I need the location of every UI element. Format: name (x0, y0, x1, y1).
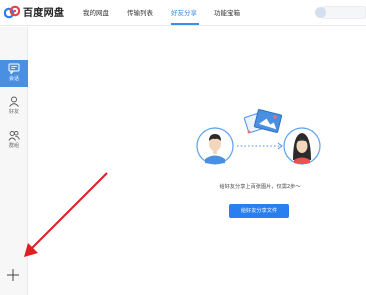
photos-icon (243, 109, 283, 134)
chat-icon (8, 63, 20, 74)
nav-toolbox[interactable]: 功能宝箱 (214, 7, 240, 17)
nav-transfer-list[interactable]: 传输列表 (127, 7, 153, 17)
sidebar-item-chat[interactable]: 会话 (0, 60, 28, 87)
top-bar: 百度网盘 我的网盘 传输列表 好友分享 功能宝箱 (0, 0, 366, 26)
sender-avatar (196, 127, 234, 165)
app-title: 百度网盘 (23, 8, 65, 19)
app-logo: 百度网盘 (4, 4, 64, 19)
sidebar-item-label: 会话 (8, 76, 19, 82)
receiver-avatar (283, 127, 321, 165)
nav-friend-share[interactable]: 好友分享 (171, 7, 197, 17)
share-illustration (196, 109, 321, 165)
plus-icon[interactable] (5, 267, 21, 283)
sidebar-item-friends[interactable]: 好友 (0, 93, 28, 120)
sidebar-item-groups[interactable]: 群组 (0, 127, 28, 154)
user-area[interactable] (314, 3, 366, 21)
group-icon (8, 130, 20, 141)
user-name-box[interactable] (322, 6, 366, 19)
user-avatar[interactable] (315, 7, 326, 18)
share-hint-text: 给好友分享上百张图片，仅需2步～ (219, 184, 301, 190)
sidebar-item-label: 好友 (8, 109, 19, 115)
active-tab-indicator (171, 23, 199, 25)
sidebar-item-label: 群组 (8, 143, 19, 149)
share-arrow-icon (237, 142, 283, 150)
cloud-logo-icon (4, 5, 20, 18)
sidebar: 会话 好友 群组 (0, 27, 28, 295)
share-file-button[interactable]: 给好友分享文件 (229, 204, 289, 218)
person-icon (9, 96, 19, 107)
nav-my-disk[interactable]: 我的网盘 (83, 7, 109, 17)
